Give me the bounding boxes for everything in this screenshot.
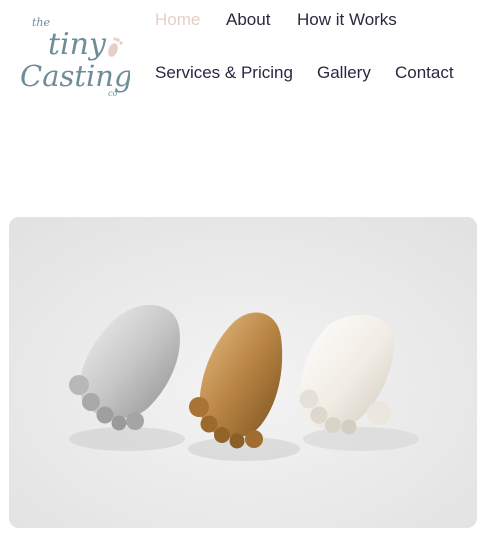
page: the tiny Casting co Home About How it Wo…: [0, 0, 489, 533]
nav-link-services-pricing[interactable]: Services & Pricing: [155, 63, 293, 83]
nav-link-about[interactable]: About: [226, 10, 270, 30]
foot-casts-photo: [9, 217, 477, 528]
nav-link-gallery[interactable]: Gallery: [317, 63, 371, 83]
hero-image: [9, 217, 477, 528]
nav-link-contact[interactable]: Contact: [395, 63, 454, 83]
nav-link-home[interactable]: Home: [155, 10, 200, 30]
nav-link-how-it-works[interactable]: How it Works: [297, 10, 397, 30]
main-nav: Home About How it Works Services & Prici…: [0, 0, 489, 110]
